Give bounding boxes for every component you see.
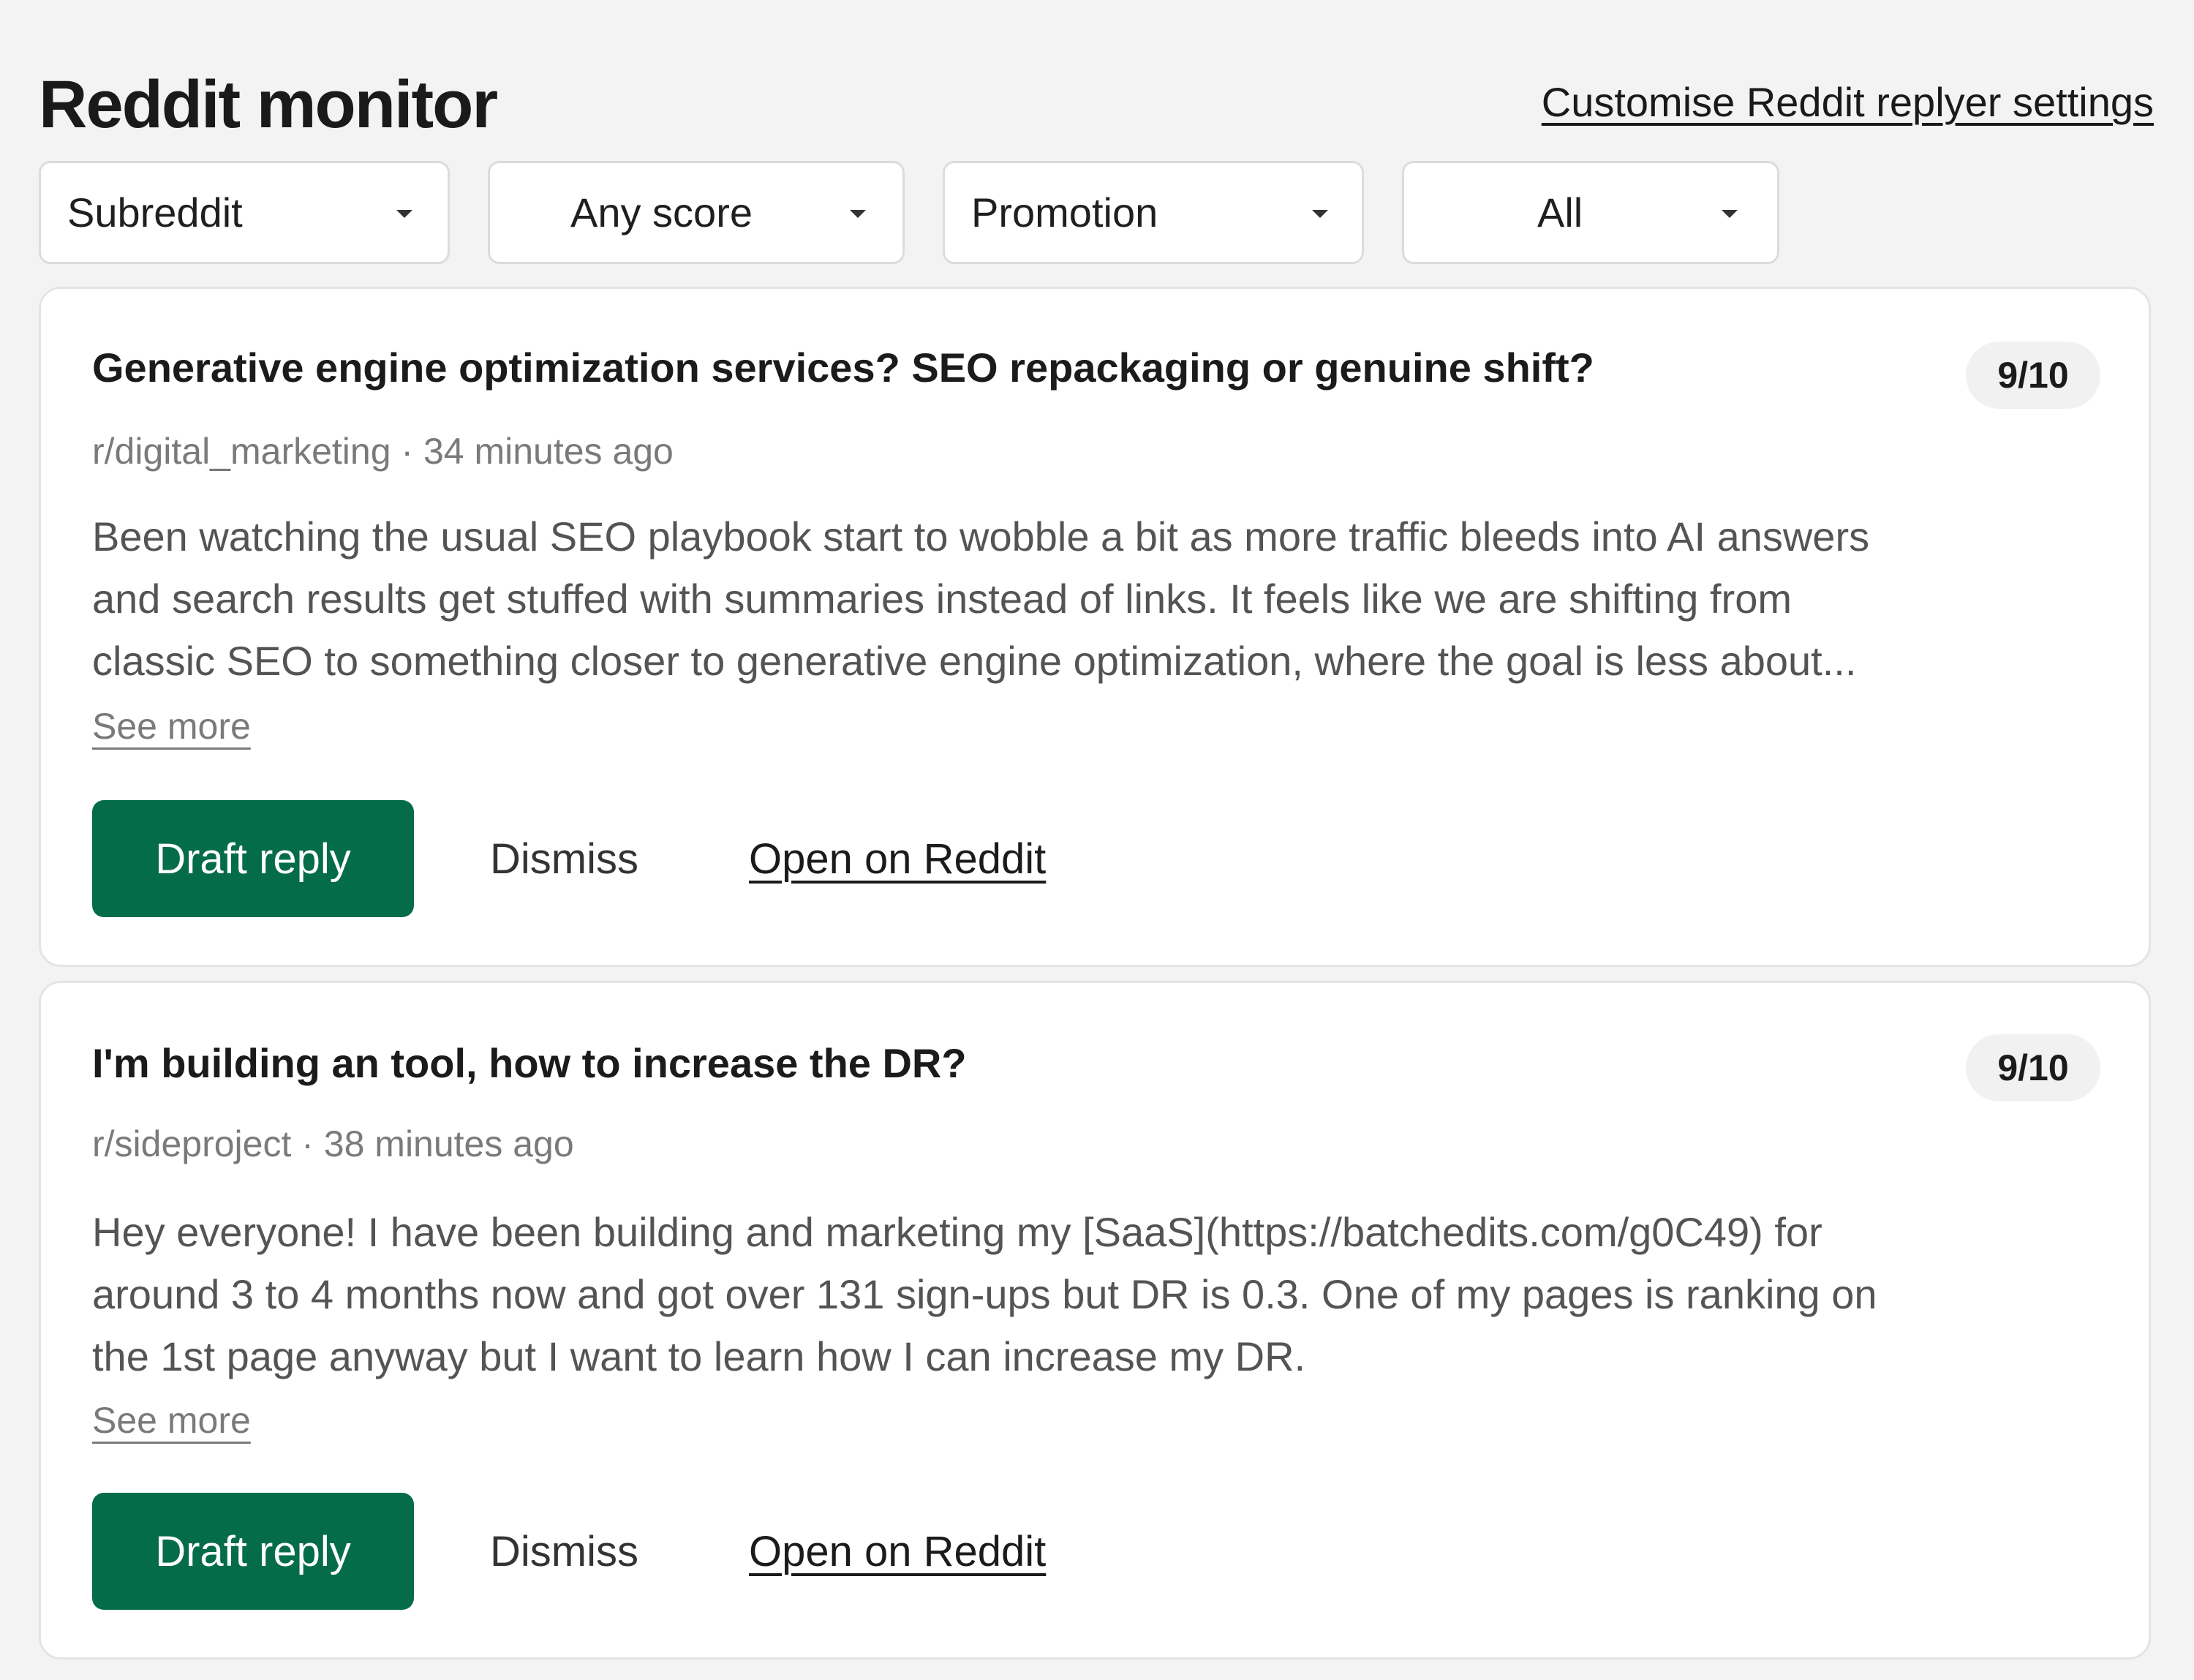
caret-down-icon [396, 210, 412, 218]
score-filter-dropdown[interactable]: Any score [488, 161, 905, 264]
post-time: 38 minutes ago [323, 1123, 574, 1164]
post-subreddit: r/sideproject [92, 1123, 292, 1164]
meta-separator: · [391, 431, 423, 472]
customise-settings-link[interactable]: Customise Reddit replyer settings [1542, 78, 2154, 127]
post-body-line: around 3 to 4 months now and got over 13… [92, 1271, 1877, 1317]
caret-down-icon [1722, 210, 1738, 218]
post-body: Hey everyone! I have been building and m… [92, 1201, 2111, 1387]
header: Reddit monitor Customise Reddit replyer … [39, 59, 2154, 154]
post-body-line: Been watching the usual SEO playbook sta… [92, 513, 1870, 560]
subreddit-filter-label: Subreddit [67, 189, 243, 236]
post-card: I'm building an tool, how to increase th… [39, 981, 2151, 1660]
dismiss-button[interactable]: Dismiss [490, 1493, 638, 1610]
category-filter-dropdown[interactable]: Promotion [943, 161, 1364, 264]
post-body-line: and search results get stuffed with summ… [92, 576, 1792, 622]
draft-reply-button[interactable]: Draft reply [92, 800, 414, 917]
post-meta: r/sideproject · 38 minutes ago [92, 1122, 574, 1166]
caret-down-icon [1312, 210, 1328, 218]
caret-down-icon [850, 210, 866, 218]
post-body-line: classic SEO to something closer to gener… [92, 638, 1857, 684]
page-title: Reddit monitor [39, 67, 498, 142]
post-body-line: Hey everyone! I have been building and m… [92, 1209, 1822, 1255]
post-meta: r/digital_marketing · 34 minutes ago [92, 429, 674, 473]
post-time: 34 minutes ago [423, 431, 674, 472]
post-subreddit: r/digital_marketing [92, 431, 391, 472]
status-filter-label: All [1537, 189, 1583, 236]
see-more-link[interactable]: See more [92, 1398, 251, 1442]
category-filter-label: Promotion [971, 189, 1158, 236]
post-title: I'm building an tool, how to increase th… [92, 1040, 967, 1086]
post-body: Been watching the usual SEO playbook sta… [92, 505, 2111, 692]
dismiss-button[interactable]: Dismiss [490, 800, 638, 917]
see-more-link[interactable]: See more [92, 704, 251, 748]
open-on-reddit-link[interactable]: Open on Reddit [749, 1493, 1046, 1610]
subreddit-filter-dropdown[interactable]: Subreddit [39, 161, 450, 264]
score-filter-label: Any score [570, 189, 753, 236]
post-title: Generative engine optimization services?… [92, 344, 1594, 391]
status-filter-dropdown[interactable]: All [1402, 161, 1779, 264]
reddit-monitor-page: Reddit monitor Customise Reddit replyer … [0, 0, 2194, 1680]
draft-reply-button[interactable]: Draft reply [92, 1493, 414, 1610]
post-card: Generative engine optimization services?… [39, 287, 2151, 967]
open-on-reddit-link[interactable]: Open on Reddit [749, 800, 1046, 917]
post-body-line: the 1st page anyway but I want to learn … [92, 1333, 1306, 1379]
score-badge: 9/10 [1966, 1034, 2100, 1101]
score-badge: 9/10 [1966, 342, 2100, 409]
meta-separator: · [291, 1123, 324, 1164]
